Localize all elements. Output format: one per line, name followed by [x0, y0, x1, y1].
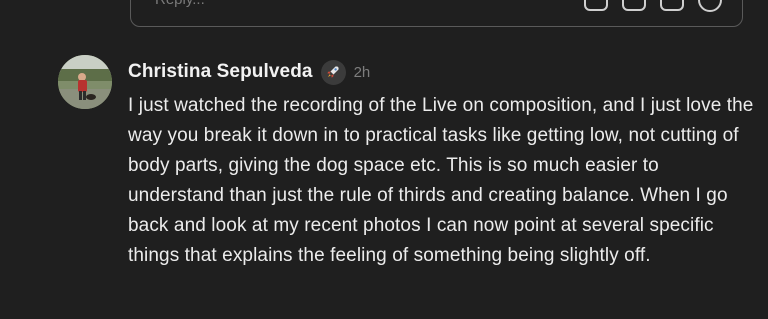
author-name[interactable]: Christina Sepulveda [128, 61, 313, 83]
attach-video-icon[interactable] [622, 0, 646, 11]
avatar-photo [58, 55, 112, 109]
attach-file-icon[interactable] [660, 0, 684, 11]
reply-composer[interactable]: Reply... [130, 0, 743, 27]
comment-header: Christina Sepulveda 2h [128, 59, 370, 85]
comment-timestamp[interactable]: 2h [354, 64, 371, 81]
comment-thread: Reply... Christina Sepulveda [0, 0, 768, 319]
reply-input-placeholder[interactable]: Reply... [155, 0, 205, 8]
composer-toolbar [584, 0, 722, 12]
comment-text: I just watched the recording of the Live… [128, 95, 754, 266]
rocket-icon [320, 59, 346, 85]
attach-image-icon[interactable] [584, 0, 608, 11]
avatar[interactable] [58, 55, 112, 109]
emoji-icon[interactable] [698, 0, 722, 12]
